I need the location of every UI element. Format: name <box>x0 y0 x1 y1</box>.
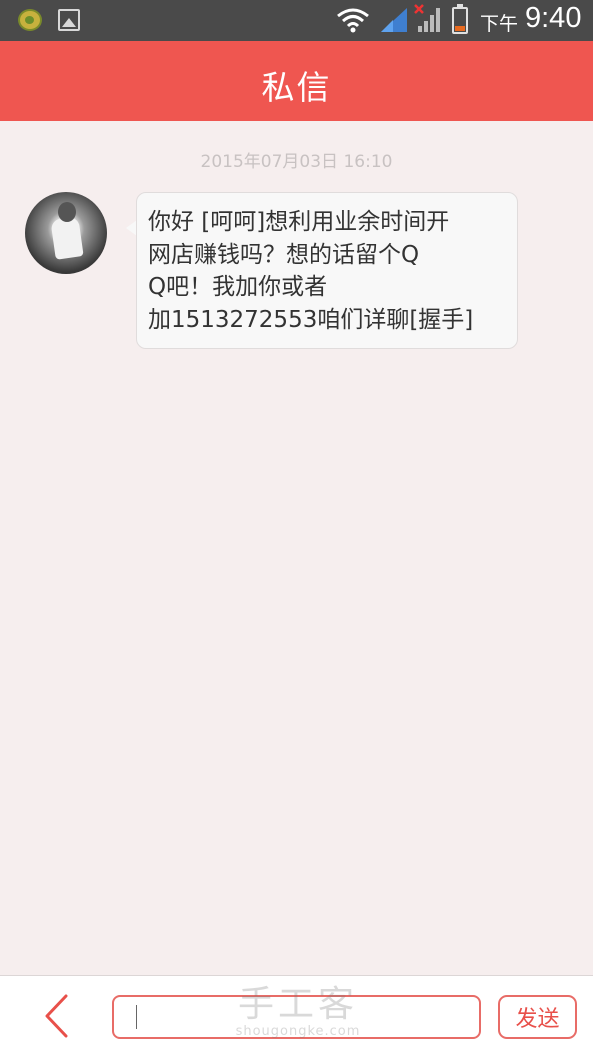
send-button[interactable]: 发送 <box>498 995 577 1039</box>
status-time-label: 下午 <box>480 13 519 35</box>
composer-bar: 发送 <box>0 975 593 1054</box>
message-line: 你好 [呵呵]想利用业余时间开 <box>148 209 450 235</box>
message-bubble[interactable]: 你好 [呵呵]想利用业余时间开 网店赚钱吗？想的话留个Q Q吧！我加你或者 加1… <box>136 192 518 349</box>
message-line: Q吧！我加你或者 <box>148 274 328 300</box>
message-timestamp: 2015年07月03日 16:10 <box>200 152 393 172</box>
image-icon <box>58 9 80 31</box>
status-time: 9:40 <box>525 2 582 34</box>
avatar[interactable] <box>25 192 107 274</box>
status-bar: 下午 9:40 <box>0 0 593 41</box>
signal-no-data-icon <box>414 4 440 32</box>
message-input[interactable] <box>112 995 481 1039</box>
page-title: 私信 <box>261 68 332 107</box>
app-notification-icon <box>18 9 42 31</box>
signal-icon <box>381 8 407 32</box>
battery-icon <box>452 4 468 34</box>
app-header: 私信 <box>0 41 593 121</box>
text-cursor <box>136 1005 137 1029</box>
chevron-left-icon[interactable] <box>38 993 74 1039</box>
wifi-icon <box>337 8 369 33</box>
message-line: 网店赚钱吗？想的话留个Q <box>148 241 420 268</box>
message-line: 加1513272553咱们详聊[握手] <box>148 306 474 333</box>
